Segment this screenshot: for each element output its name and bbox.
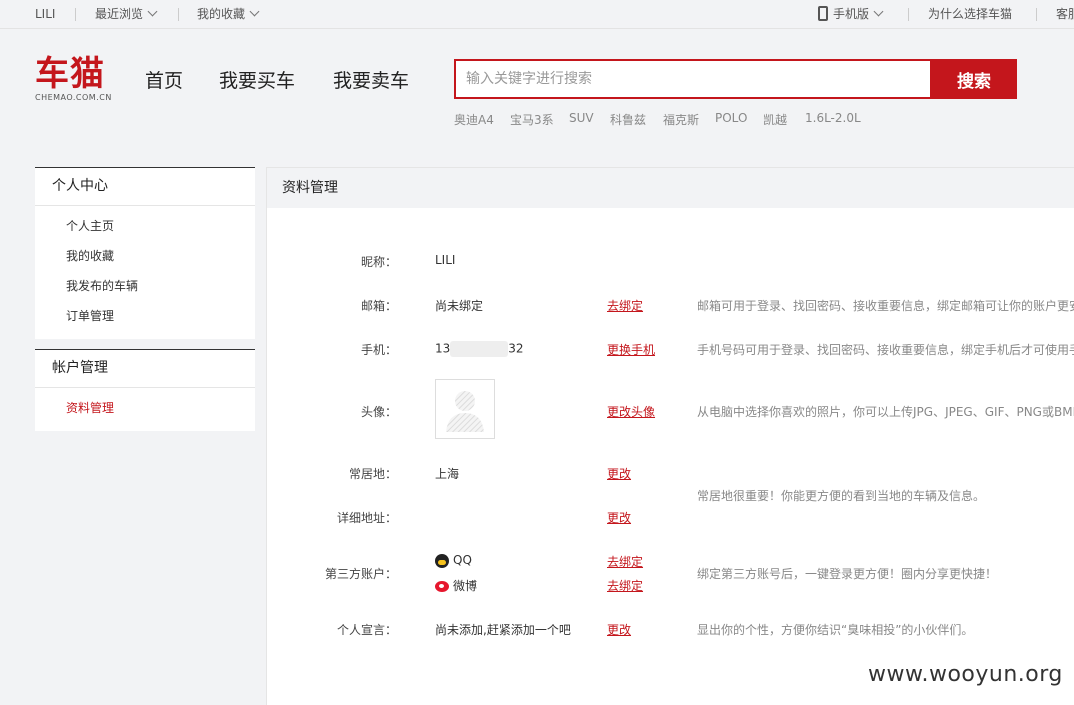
chevron-down-icon [873, 6, 884, 17]
hot-keyword[interactable]: POLO [715, 111, 747, 125]
phone-suffix: 32 [508, 341, 524, 356]
phone-value: 13 32 [435, 341, 524, 357]
nickname-value: LILI [435, 253, 456, 267]
logo[interactable]: 车猫 CHEMAO.COM.CN [35, 55, 115, 105]
third-party-description: 绑定第三方账号后，一键登录更方便！圈内分享更快捷！ [697, 567, 998, 581]
motto-value: 尚未添加,赶紧添加一个吧 [435, 623, 571, 637]
recent-browse-menu[interactable]: 最近浏览 [95, 0, 158, 29]
hot-keyword[interactable]: 福克斯 [663, 111, 699, 128]
phone-description: 手机号码可用于登录、找回密码、接收重要信息，绑定手机后才可使用手机登录 [697, 343, 1074, 357]
why-choose-link[interactable]: 为什么选择车猫 [928, 0, 1012, 29]
sidebar-section-title: 个人中心 [35, 168, 255, 206]
recent-browse-label: 最近浏览 [95, 7, 144, 21]
favorites-label: 我的收藏 [197, 7, 246, 21]
hot-keyword[interactable]: 宝马3系 [510, 111, 554, 128]
motto-description: 显出你的个性，方便你结识“臭味相投”的小伙伴们。 [697, 623, 974, 637]
hot-keyword[interactable]: SUV [569, 111, 594, 125]
change-address-link[interactable]: 更改 [607, 509, 631, 526]
change-residence-link[interactable]: 更改 [607, 465, 631, 482]
nav-sell-car[interactable]: 我要卖车 [333, 66, 409, 93]
search-box [454, 59, 932, 99]
qq-label: QQ [453, 553, 472, 567]
qq-account: QQ [435, 553, 472, 568]
divider [178, 8, 179, 21]
chevron-down-icon [249, 6, 260, 17]
motto-label: 个人宣言： [336, 623, 397, 637]
top-bar: LILI 最近浏览 我的收藏 手机版 为什么选择车猫 客服 [0, 0, 1074, 29]
change-phone-link[interactable]: 更换手机 [607, 341, 655, 358]
residence-value: 上海 [435, 467, 460, 481]
sidebar-item-orders[interactable]: 订单管理 [66, 307, 114, 324]
divider [75, 8, 76, 21]
phone-icon [818, 6, 828, 21]
sidebar-item-favorites[interactable]: 我的收藏 [66, 247, 114, 264]
residence-label: 常居地： [348, 467, 397, 481]
hot-keyword[interactable]: 1.6L-2.0L [805, 111, 861, 125]
nickname-label: 昵称： [360, 255, 397, 269]
hot-keyword[interactable]: 凯越 [763, 111, 787, 128]
weibo-icon [435, 581, 449, 592]
sidebar-item-homepage[interactable]: 个人主页 [66, 217, 114, 234]
email-description: 邮箱可用于登录、找回密码、接收重要信息，绑定邮箱可让你的账户更安全 [697, 299, 1074, 313]
bind-email-link[interactable]: 去绑定 [607, 297, 643, 314]
user-placeholder-icon [446, 391, 484, 432]
avatar-description: 从电脑中选择你喜欢的照片，你可以上传JPG、JPEG、GIF、PNG或BMP文件 [697, 405, 1074, 419]
search-input[interactable] [456, 61, 930, 97]
logo-domain: CHEMAO.COM.CN [35, 93, 112, 102]
chevron-down-icon [147, 6, 158, 17]
location-description: 常居地很重要！你能更方便的看到当地的车辆及信息。 [697, 489, 986, 503]
email-label: 邮箱： [360, 299, 397, 313]
avatar-label: 头像： [360, 405, 397, 419]
phone-label: 手机： [360, 343, 397, 357]
search-button[interactable]: 搜索 [931, 59, 1017, 99]
hot-keyword[interactable]: 奥迪A4 [454, 111, 494, 128]
address-label: 详细地址： [336, 511, 397, 525]
mobile-version-menu[interactable]: 手机版 [818, 0, 884, 29]
qq-icon [435, 553, 449, 568]
mobile-version-label: 手机版 [833, 7, 870, 21]
avatar [435, 379, 495, 439]
sidebar-section-title: 帐户管理 [35, 350, 255, 388]
hot-keyword[interactable]: 科鲁兹 [610, 111, 646, 128]
change-avatar-link[interactable]: 更改头像 [607, 403, 655, 420]
username-link[interactable]: LILI [35, 0, 55, 29]
weibo-label: 微博 [453, 579, 478, 593]
redacted-blur [450, 341, 509, 357]
profile-panel: 资料管理 昵称： LILI 邮箱： 尚未绑定 去绑定 邮箱可用于登录、找回密码、… [266, 167, 1074, 705]
nav-buy-car[interactable]: 我要买车 [219, 66, 295, 93]
watermark: www.wooyun.org [868, 662, 1063, 687]
sidebar-account-management: 帐户管理 资料管理 [35, 349, 255, 431]
phone-prefix: 13 [435, 341, 451, 356]
weibo-account: 微博 [435, 577, 477, 594]
nav-home[interactable]: 首页 [145, 66, 183, 93]
sidebar-item-profile[interactable]: 资料管理 [66, 399, 114, 416]
email-value: 尚未绑定 [435, 299, 484, 313]
favorites-menu[interactable]: 我的收藏 [197, 0, 260, 29]
sidebar-personal-center: 个人中心 个人主页 我的收藏 我发布的车辆 订单管理 [35, 167, 255, 339]
change-motto-link[interactable]: 更改 [607, 621, 631, 638]
third-party-label: 第三方账户： [324, 567, 397, 581]
page-title: 资料管理 [267, 167, 1074, 208]
sidebar-item-my-vehicles[interactable]: 我发布的车辆 [66, 277, 138, 294]
bind-weibo-link[interactable]: 去绑定 [607, 577, 643, 594]
divider [1036, 8, 1037, 21]
customer-service-link[interactable]: 客服 [1056, 0, 1074, 29]
divider [908, 8, 909, 21]
bind-qq-link[interactable]: 去绑定 [607, 553, 643, 570]
logo-text: 车猫 [35, 54, 105, 94]
